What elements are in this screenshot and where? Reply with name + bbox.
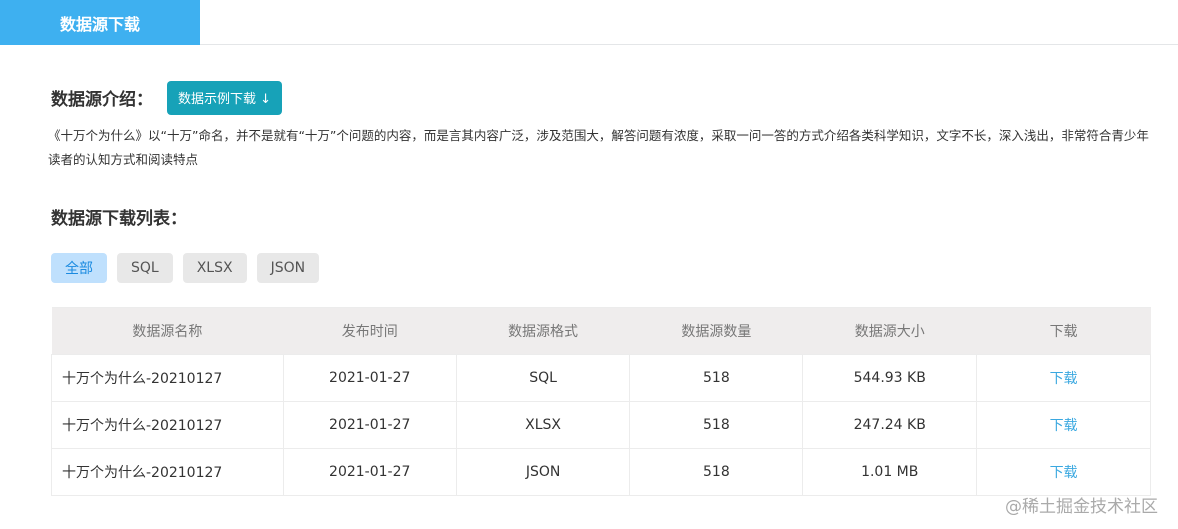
col-format: 数据源格式 [456,307,630,355]
cell-size: 1.01 MB [802,448,978,496]
tab-datasource-download[interactable]: 数据源下载 [0,0,200,45]
cell-format: XLSX [455,401,631,449]
table-row: 十万个为什么-20210127 2021-01-27 SQL 518 544.9… [51,354,1151,402]
cell-size: 544.93 KB [802,354,978,402]
filter-all[interactable]: 全部 [51,253,107,283]
cell-date: 2021-01-27 [282,448,457,496]
format-filters: 全部 SQL XLSX JSON [51,253,1151,283]
cell-name: 十万个为什么-20210127 [51,448,284,496]
filter-xlsx[interactable]: XLSX [182,253,247,283]
col-download: 下载 [976,307,1151,355]
watermark: @稀土掘金技术社区 [1005,497,1158,517]
list-title: 数据源下载列表： [51,209,187,229]
cell-date: 2021-01-27 [282,354,457,402]
col-count: 数据源数量 [629,307,803,355]
cell-name: 十万个为什么-20210127 [51,354,284,402]
cell-count: 518 [629,448,804,496]
cell-date: 2021-01-27 [282,401,457,449]
intro-description: 《十万个为什么》以“十万”命名，并不是就有“十万”个问题的内容，而是言其内容广泛… [48,128,1149,167]
download-link[interactable]: 下载 [976,354,1151,402]
col-size: 数据源大小 [802,307,977,355]
datasource-table: 数据源名称 发布时间 数据源格式 数据源数量 数据源大小 下载 十万个为什么-2… [51,307,1151,496]
main-content: 数据源介绍： 数据示例下载 ↓ 《十万个为什么》以“十万”命名，并不是就有“十万… [0,80,1178,496]
download-link[interactable]: 下载 [976,448,1151,496]
table-header: 数据源名称 发布时间 数据源格式 数据源数量 数据源大小 下载 [51,307,1151,355]
col-name: 数据源名称 [51,307,284,355]
filter-sql[interactable]: SQL [117,253,173,283]
cell-count: 518 [629,354,804,402]
cell-format: JSON [455,448,631,496]
filter-json[interactable]: JSON [256,253,320,283]
cell-count: 518 [629,401,804,449]
download-sample-button[interactable]: 数据示例下载 ↓ [167,80,283,115]
cell-size: 247.24 KB [802,401,978,449]
table-row: 十万个为什么-20210127 2021-01-27 XLSX 518 247.… [51,401,1151,449]
intro-title: 数据源介绍： [51,90,153,110]
col-date: 发布时间 [283,307,457,355]
download-link[interactable]: 下载 [976,401,1151,449]
table-row: 十万个为什么-20210127 2021-01-27 JSON 518 1.01… [51,448,1151,496]
cell-format: SQL [455,354,631,402]
cell-name: 十万个为什么-20210127 [51,401,284,449]
top-bar: 数据源下载 [0,0,1178,45]
